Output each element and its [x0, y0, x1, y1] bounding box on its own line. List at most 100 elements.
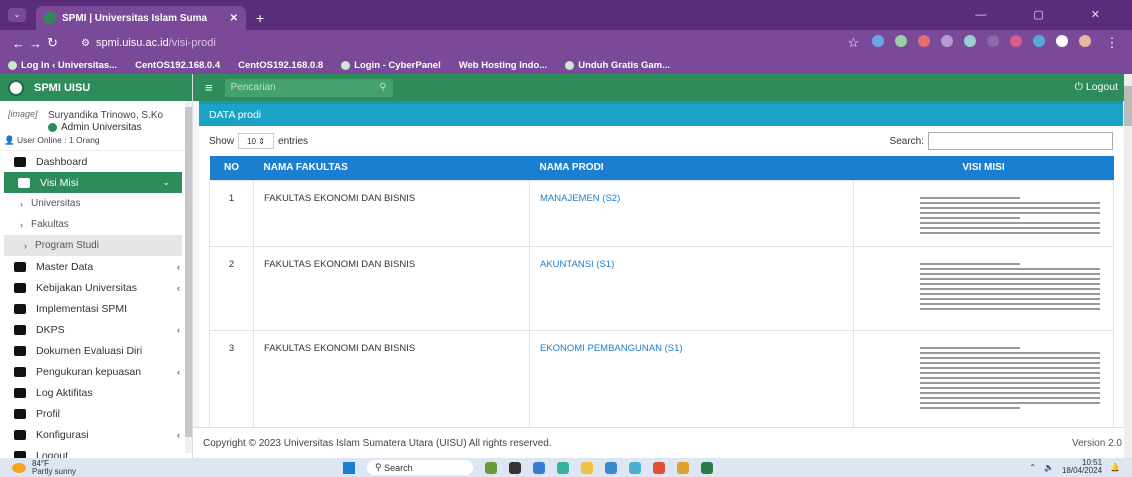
app-icon[interactable] — [701, 461, 713, 474]
sidebar-item-pengukuran[interactable]: Pengukuran kepuasan ‹ — [0, 361, 192, 382]
window-controls[interactable]: — ▢ ✕ — [975, 8, 1122, 21]
sidebar-item-visi-misi[interactable]: Visi Misi ⌄ — [4, 172, 182, 193]
clock[interactable]: 10:51 18/04/2024 — [1062, 459, 1102, 475]
avatar: [image] — [8, 109, 38, 119]
sidebar-item-konfigurasi[interactable]: Konfigurasi ‹ — [0, 424, 192, 445]
sidebar-item-kebijakan[interactable]: Kebijakan Universitas ‹ — [0, 277, 192, 298]
sidebar-scrollbar[interactable] — [185, 101, 192, 453]
forward-arrow-icon[interactable]: → — [27, 36, 44, 51]
user-online-count: 👤 User Online : 1 Orang — [0, 135, 192, 151]
bookmark-item[interactable]: CentOS192.168.0.4 — [135, 60, 220, 71]
extension-icon[interactable] — [895, 35, 907, 47]
chrome-icon[interactable] — [677, 461, 689, 474]
visi-misi-preview — [920, 193, 1103, 234]
browser-tab-active[interactable]: SPMI | Universitas Islam Suma ✕ — [36, 6, 246, 30]
data-prodi-panel: DATA prodi Show 10 ⇕ entries Search: NO … — [199, 101, 1123, 431]
extension-icon[interactable] — [964, 35, 976, 47]
edge-icon[interactable] — [557, 461, 569, 474]
site-favicon-icon — [44, 12, 56, 24]
weather-widget[interactable]: 84°F Partly sunny — [12, 459, 76, 476]
brand-title: SPMI UISU — [34, 81, 91, 94]
bookmark-item[interactable]: Log In ‹ Universitas... — [8, 60, 117, 71]
main-content: DATA prodi Show 10 ⇕ entries Search: NO … — [193, 101, 1132, 431]
network-volume-icon[interactable]: 🔈 — [1044, 463, 1054, 472]
sidebar-subitem-program-studi[interactable]: › Program Studi — [4, 235, 182, 256]
extension-icon[interactable] — [941, 35, 953, 47]
extension-icon[interactable] — [1033, 35, 1045, 47]
system-tray: ⌃ 🔈 10:51 18/04/2024 🔔 — [1029, 459, 1120, 475]
user-role: Admin Universitas — [48, 122, 163, 133]
scrollbar-thumb[interactable] — [185, 107, 192, 437]
sidebar-subitem-fakultas[interactable]: › Fakultas — [0, 214, 192, 235]
col-header-visi-misi[interactable]: VISI MISI — [853, 156, 1114, 180]
back-arrow-icon[interactable]: ← — [10, 36, 27, 51]
sidebar-item-log-aktifitas[interactable]: Log Aktifitas — [0, 382, 192, 403]
tab-list-button[interactable]: ⌄ — [8, 8, 26, 22]
tray-chevron-icon[interactable]: ⌃ — [1029, 463, 1036, 472]
tab-close-button[interactable]: ✕ — [230, 13, 238, 24]
chevron-left-icon: ‹ — [177, 324, 180, 335]
visi-misi-preview — [920, 343, 1103, 409]
profile-avatar-icon[interactable] — [1079, 35, 1091, 47]
sidebar-item-master-data[interactable]: Master Data ‹ — [0, 256, 192, 277]
app-icon[interactable] — [605, 461, 617, 474]
entries-select[interactable]: 10 ⇕ — [238, 133, 275, 149]
extension-icon[interactable] — [872, 35, 884, 47]
task-view-icon[interactable] — [509, 461, 521, 474]
col-header-prodi[interactable]: NAMA PRODI — [529, 156, 854, 180]
database-icon — [14, 261, 26, 272]
firefox-icon[interactable] — [653, 461, 665, 474]
user-name: Suryandika Trinowo, S.Ko — [48, 110, 164, 121]
notification-bell-icon[interactable]: 🔔 — [1110, 463, 1120, 472]
browser-menu-icon[interactable]: ⋮ — [1102, 35, 1122, 51]
extension-icon[interactable] — [1010, 35, 1022, 47]
file-explorer-icon[interactable] — [581, 461, 593, 474]
widgets-icon[interactable] — [485, 461, 497, 474]
partly-sunny-icon — [12, 462, 26, 473]
col-header-no[interactable]: NO — [209, 156, 254, 180]
visi-misi-preview — [920, 259, 1103, 310]
bookmark-item[interactable]: Web Hosting Indo... — [459, 60, 547, 71]
bookmark-item[interactable]: Login - CyberPanel — [341, 60, 441, 71]
extensions-puzzle-icon[interactable] — [1056, 35, 1068, 47]
sidebar-subitem-universitas[interactable]: › Universitas — [0, 193, 192, 214]
user-panel: [image] Suryandika Trinowo, S.Ko Admin U… — [0, 101, 192, 135]
sidebar-item-dokumen-evaluasi[interactable]: Dokumen Evaluasi Diri — [0, 340, 192, 361]
sidebar-item-profil[interactable]: Profil — [0, 403, 192, 424]
page-scrollbar[interactable] — [1124, 74, 1132, 458]
extension-icon[interactable] — [918, 35, 930, 47]
logout-button[interactable]: ⏻ Logout — [1075, 81, 1118, 94]
bookmark-item[interactable]: Unduh Gratis Gam... — [565, 60, 670, 71]
dashboard-icon — [14, 156, 26, 167]
sidebar-item-implementasi[interactable]: Implementasi SPMI — [0, 298, 192, 319]
copyright-text: Copyright © 2023 Universitas Islam Sumat… — [203, 437, 552, 449]
site-info-icon[interactable]: ⚙ — [81, 38, 90, 49]
footer: Copyright © 2023 Universitas Islam Sumat… — [193, 427, 1132, 458]
search-label: Search: — [889, 135, 924, 147]
search-icon[interactable]: ⚲ — [379, 82, 386, 93]
extension-icon[interactable] — [987, 35, 999, 47]
sidebar-item-dkps[interactable]: DKPS ‹ — [0, 319, 192, 340]
menu-toggle-icon[interactable]: ≡ — [205, 80, 213, 95]
scrollbar-thumb[interactable] — [1124, 86, 1132, 126]
entries-label: entries — [278, 135, 309, 147]
windows-start-icon[interactable] — [343, 461, 355, 474]
sidebar-item-dashboard[interactable]: Dashboard — [0, 151, 192, 172]
bookmark-item[interactable]: CentOS192.168.0.8 — [238, 60, 323, 71]
table-search-input[interactable] — [928, 132, 1113, 150]
search-input[interactable]: Pencarian ⚲ — [224, 78, 393, 97]
address-bar[interactable]: ⚙ spmi.uisu.ac.id /visi-prodi — [75, 33, 845, 53]
brand[interactable]: SPMI UISU — [0, 74, 192, 101]
cell-prodi-link[interactable]: AKUNTANSI (S1) — [529, 245, 854, 331]
folder-open-icon — [14, 387, 26, 398]
new-tab-button[interactable]: + — [256, 10, 264, 26]
cell-prodi-link[interactable]: MANAJEMEN (S2) — [529, 179, 854, 247]
chart-icon — [14, 366, 26, 377]
bookmark-star-icon[interactable]: ☆ — [845, 35, 862, 51]
reload-icon[interactable]: ↻ — [44, 35, 61, 51]
app-icon[interactable] — [629, 461, 641, 474]
col-header-fakultas[interactable]: NAMA FAKULTAS — [253, 156, 530, 180]
cell-prodi-link[interactable]: EKONOMI PEMBANGUNAN (S1) — [529, 329, 854, 431]
app-icon[interactable] — [533, 461, 545, 474]
taskbar-search[interactable]: ⚲ Search — [367, 460, 473, 475]
